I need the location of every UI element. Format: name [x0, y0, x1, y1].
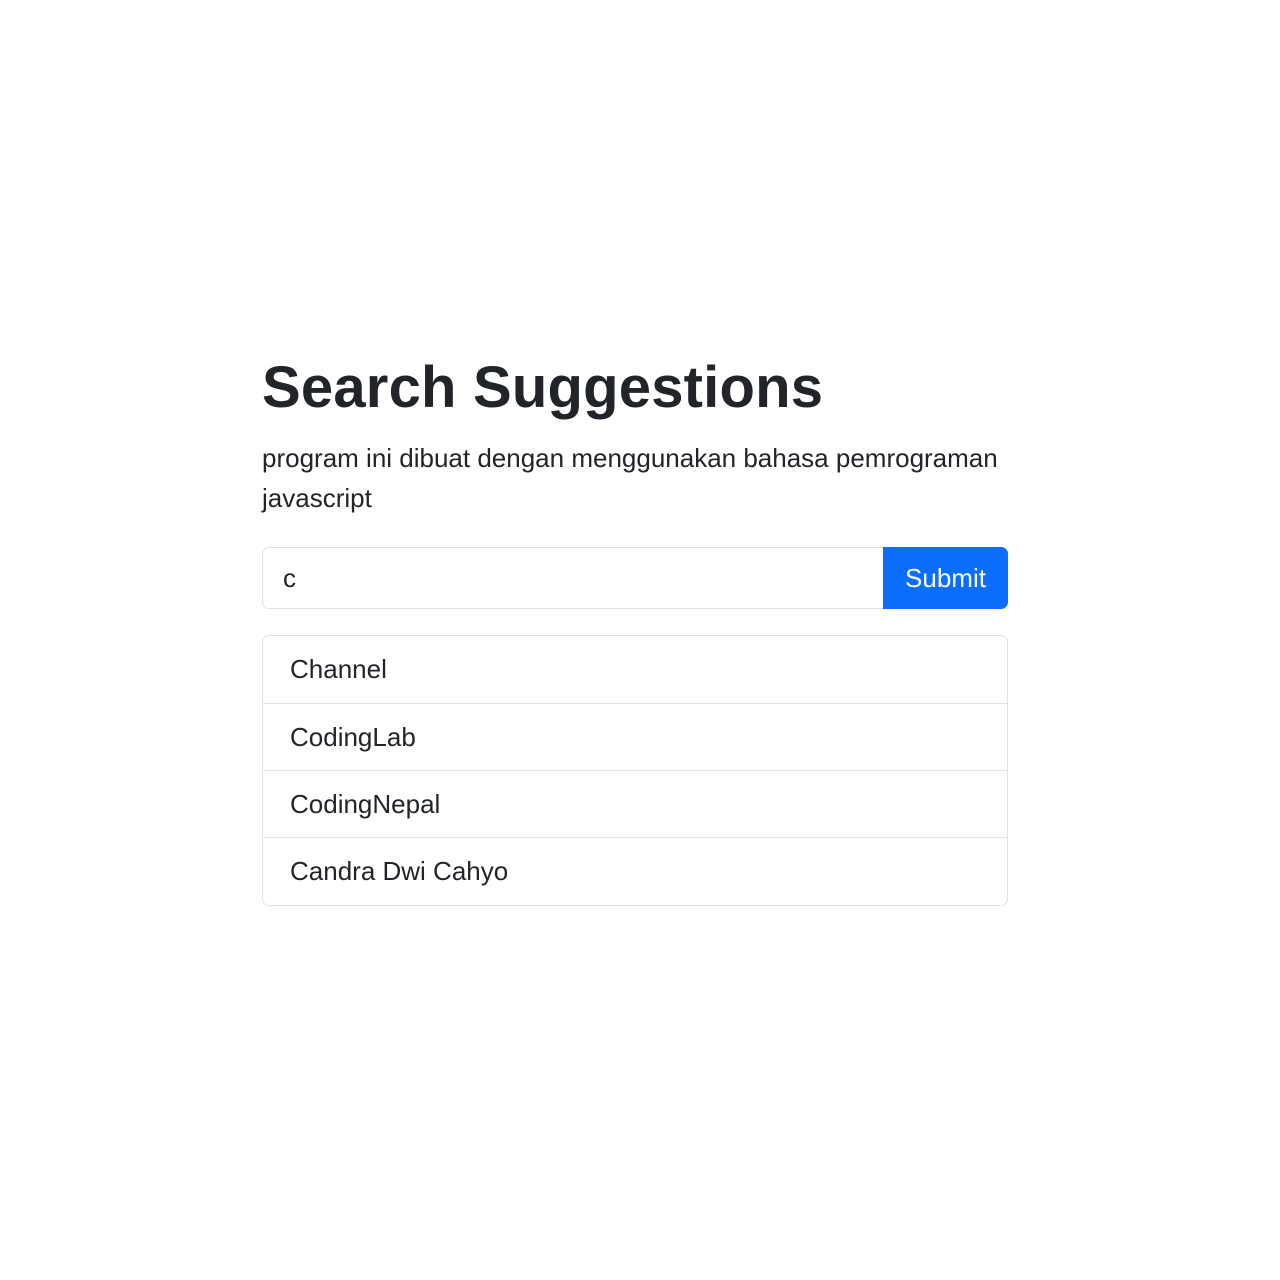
suggestion-item-channel[interactable]: Channel — [263, 636, 1007, 704]
submit-button[interactable]: Submit — [883, 547, 1008, 609]
page: Search Suggestions program ini dibuat de… — [0, 0, 1280, 1280]
suggestion-list: Channel CodingLab CodingNepal Candra Dwi… — [262, 635, 1008, 906]
search-input[interactable] — [262, 547, 883, 609]
suggestion-item-codinglab[interactable]: CodingLab — [263, 704, 1007, 771]
suggestion-item-candra-dwi-cahyo[interactable]: Candra Dwi Cahyo — [263, 838, 1007, 905]
search-form: Submit — [262, 547, 1008, 609]
suggestion-item-codingnepal[interactable]: CodingNepal — [263, 771, 1007, 838]
main-container: Search Suggestions program ini dibuat de… — [262, 352, 1008, 906]
page-title: Search Suggestions — [262, 355, 824, 420]
page-subtitle: program ini dibuat dengan menggunakan ba… — [262, 443, 998, 513]
